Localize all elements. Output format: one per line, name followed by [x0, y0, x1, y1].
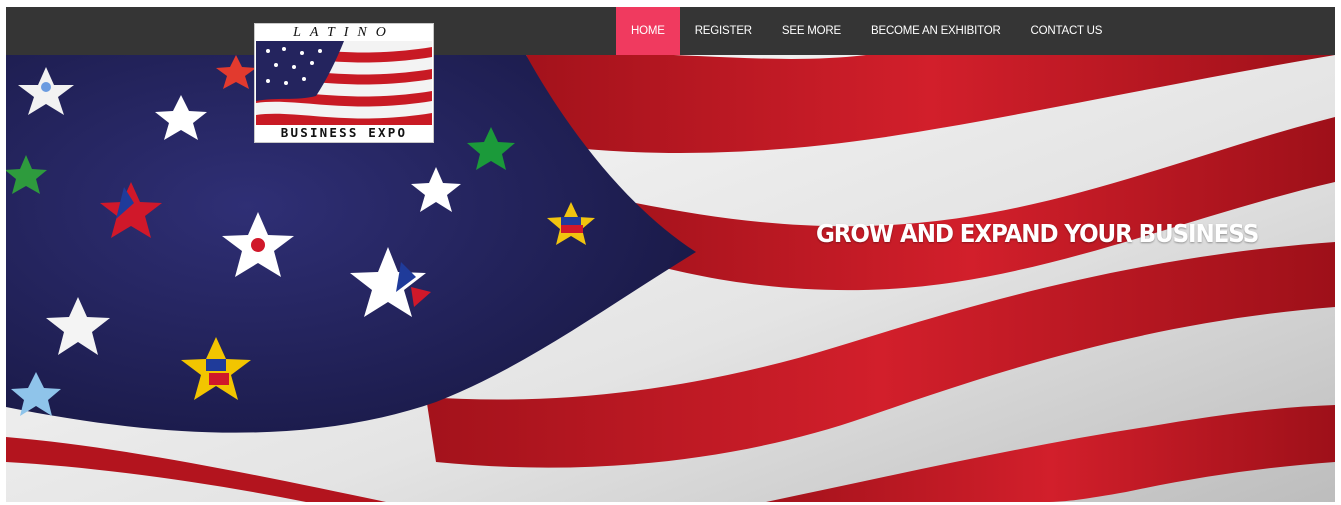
nav-see-more-link[interactable]: SEE MORE	[767, 7, 856, 55]
top-navbar: HOME REGISTER SEE MORE BECOME AN EXHIBIT…	[6, 7, 1335, 55]
logo-bottom-text: BUSINESS EXPO	[280, 125, 408, 140]
logo-flag-image	[256, 41, 432, 125]
nav-menu: HOME REGISTER SEE MORE BECOME AN EXHIBIT…	[616, 7, 1117, 55]
hero-banner: HOME REGISTER SEE MORE BECOME AN EXHIBIT…	[6, 7, 1335, 502]
nav-home-link[interactable]: HOME	[616, 7, 680, 55]
site-logo[interactable]: LATINO BUSINESS EXPO	[254, 23, 434, 143]
nav-register-link[interactable]: REGISTER	[680, 7, 767, 55]
nav-contact-us-link[interactable]: CONTACT US	[1016, 7, 1118, 55]
logo-top-text: LATINO	[293, 25, 395, 40]
hero-headline: GROW AND EXPAND YOUR BUSINESS	[816, 219, 1259, 248]
waving-flag-background	[6, 7, 1335, 502]
nav-become-exhibitor-link[interactable]: BECOME AN EXHIBITOR	[856, 7, 1016, 55]
